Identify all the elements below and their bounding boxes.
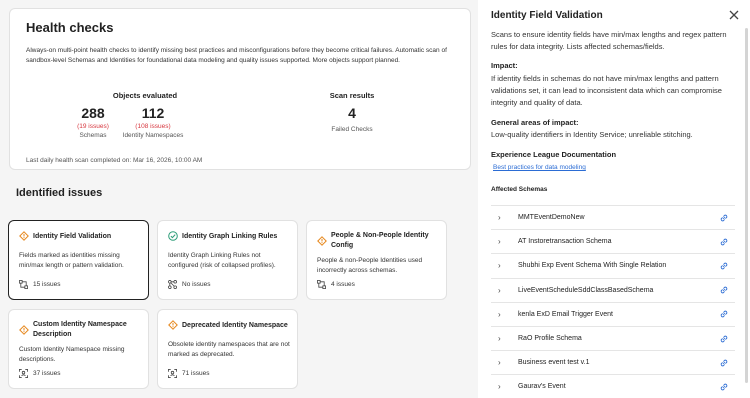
schema-name: LiveEventScheduleSddClassBasedSchema: [518, 286, 654, 294]
schema-name: kenla ExD Email Trigger Event: [518, 310, 613, 318]
panel-title: Identity Field Validation: [491, 10, 603, 21]
schema-row[interactable]: › RaO Profile Schema: [491, 325, 735, 350]
health-checks-description: Always-on multi-point health checks to i…: [26, 47, 447, 64]
panel-scrollbar[interactable]: [745, 28, 748, 383]
schema-name: MMTEventDemoNew: [518, 214, 585, 222]
link-icon[interactable]: [719, 213, 729, 223]
issue-card-count: 15 issues: [19, 280, 60, 289]
schema-name: Gaurav's Event: [518, 383, 566, 391]
issue-card-description: Custom Identity Namespace missing descri…: [19, 346, 125, 363]
health-checks-title: Health checks: [26, 20, 114, 35]
namespace-icon: [19, 369, 28, 378]
warning-icon: [19, 325, 29, 335]
namespaces-label: Identity Namespaces: [122, 132, 184, 139]
health-overview-pane: Health checks Always-on multi-point heal…: [0, 0, 478, 398]
scan-results-title: Scan results: [329, 91, 375, 100]
issue-card-description: Obsolete identity namespaces that are no…: [168, 341, 290, 358]
issue-detail-panel: Identity Field Validation Scans to ensur…: [478, 0, 750, 398]
namespaces-metric: 112 (108 issues) Identity Namespaces: [118, 105, 188, 139]
docs-heading: Experience League Documentation: [491, 150, 617, 159]
schema-row[interactable]: › AT Instoretransaction Schema: [491, 229, 735, 253]
affected-schemas-list: › MMTEventDemoNew › AT Instoretransactio…: [491, 205, 735, 398]
areas-heading: General areas of impact:: [491, 118, 579, 127]
issue-card-identity-field-validation[interactable]: Identity Field Validation Fields marked …: [8, 220, 149, 300]
identified-issues-title: Identified issues: [16, 187, 103, 199]
issue-count-label: 4 issues: [331, 281, 355, 288]
schema-row[interactable]: › Gaurav's Event: [491, 374, 735, 398]
issue-card-deprecated-namespace[interactable]: Deprecated Identity Namespace Obsolete i…: [157, 309, 298, 389]
schemas-issues: (19 issues): [77, 123, 109, 130]
check-circle-icon: [168, 231, 178, 241]
chevron-right-icon[interactable]: ›: [498, 261, 506, 270]
issue-count-label: No issues: [182, 281, 211, 288]
link-icon[interactable]: [719, 237, 729, 247]
schema-row[interactable]: › Shubhi Exp Event Schema With Single Re…: [491, 253, 735, 277]
link-icon[interactable]: [719, 382, 729, 392]
chevron-right-icon[interactable]: ›: [498, 286, 506, 295]
chevron-right-icon[interactable]: ›: [498, 213, 506, 222]
failed-checks-metric: 4 Failed Checks: [312, 105, 392, 133]
issue-count-label: 37 issues: [33, 370, 61, 377]
failed-checks-label: Failed Checks: [331, 126, 373, 133]
objects-evaluated-title: Objects evaluated: [112, 91, 178, 100]
link-icon[interactable]: [719, 358, 729, 368]
impact-text: If identity fields in schemas do not hav…: [491, 74, 722, 107]
schema-name: RaO Profile Schema: [518, 335, 582, 343]
link-icon[interactable]: [719, 309, 729, 319]
schema-name: Shubhi Exp Event Schema With Single Rela…: [518, 262, 667, 270]
issue-card-title: Deprecated Identity Namespace: [182, 322, 288, 329]
chevron-right-icon[interactable]: ›: [498, 334, 506, 343]
schema-row[interactable]: › LiveEventScheduleSddClassBasedSchema: [491, 277, 735, 302]
warning-icon: [19, 231, 29, 241]
issue-card-count: 37 issues: [19, 369, 60, 378]
schema-icon: [317, 280, 326, 289]
chevron-right-icon[interactable]: ›: [498, 237, 506, 246]
schemas-metric: 288 (19 issues) Schemas: [68, 105, 118, 139]
panel-intro: Scans to ensure identity fields have min…: [491, 30, 727, 51]
link-icon[interactable]: [719, 334, 729, 344]
schemas-count: 288: [81, 105, 105, 121]
schema-name: AT Instoretransaction Schema: [518, 238, 612, 246]
namespaces-count: 112: [141, 105, 165, 121]
link-icon[interactable]: [719, 261, 729, 271]
chevron-right-icon[interactable]: ›: [498, 382, 506, 391]
schema-row[interactable]: › kenla ExD Email Trigger Event: [491, 301, 735, 326]
schema-name: Business event test v.1: [518, 359, 590, 367]
link-icon[interactable]: [719, 285, 729, 295]
issue-count-label: 71 issues: [182, 370, 210, 377]
last-scan-timestamp: Last daily health scan completed on: Mar…: [26, 157, 203, 164]
warning-icon: [317, 236, 327, 246]
areas-text: Low-quality identifiers in Identity Serv…: [491, 130, 693, 139]
health-checks-card: Health checks Always-on multi-point heal…: [9, 8, 471, 170]
chevron-right-icon[interactable]: ›: [498, 358, 506, 367]
issue-card-description: Identity Graph Linking Rules not configu…: [168, 252, 276, 269]
issue-count-label: 15 issues: [33, 281, 61, 288]
issue-card-title: Identity Field Validation: [33, 233, 112, 240]
issue-card-description: People & non-People Identities used inco…: [317, 257, 423, 274]
issue-card-count: 71 issues: [168, 369, 209, 378]
namespaces-issues: (108 issues): [135, 123, 171, 130]
warning-icon: [168, 320, 178, 330]
issue-card-title: People & Non-People Identity Config: [331, 232, 429, 249]
graph-icon: [168, 280, 177, 289]
impact-heading: Impact:: [491, 61, 518, 70]
issue-card-title: Custom Identity Namespace Description: [33, 321, 127, 338]
issue-card-title: Identity Graph Linking Rules: [182, 233, 278, 240]
issue-card-count: 4 issues: [317, 280, 355, 289]
issue-card-people-identity-config[interactable]: People & Non-People Identity Config Peop…: [306, 220, 447, 300]
schema-row[interactable]: › MMTEventDemoNew: [491, 205, 735, 229]
close-icon[interactable]: [728, 9, 740, 21]
docs-link[interactable]: Best practices for data modeling: [493, 164, 586, 171]
issue-card-custom-namespace-description[interactable]: Custom Identity Namespace Description Cu…: [8, 309, 149, 389]
failed-checks-count: 4: [348, 105, 356, 121]
affected-schemas-heading: Affected Schemas: [491, 186, 548, 193]
schema-icon: [19, 280, 28, 289]
issue-card-count: No issues: [168, 280, 211, 289]
issue-card-identity-graph-linking-rules[interactable]: Identity Graph Linking Rules Identity Gr…: [157, 220, 298, 300]
namespace-icon: [168, 369, 177, 378]
chevron-right-icon[interactable]: ›: [498, 310, 506, 319]
issue-card-description: Fields marked as identities missing min/…: [19, 252, 124, 269]
schema-row[interactable]: › Business event test v.1: [491, 350, 735, 374]
schemas-label: Schemas: [79, 132, 107, 139]
